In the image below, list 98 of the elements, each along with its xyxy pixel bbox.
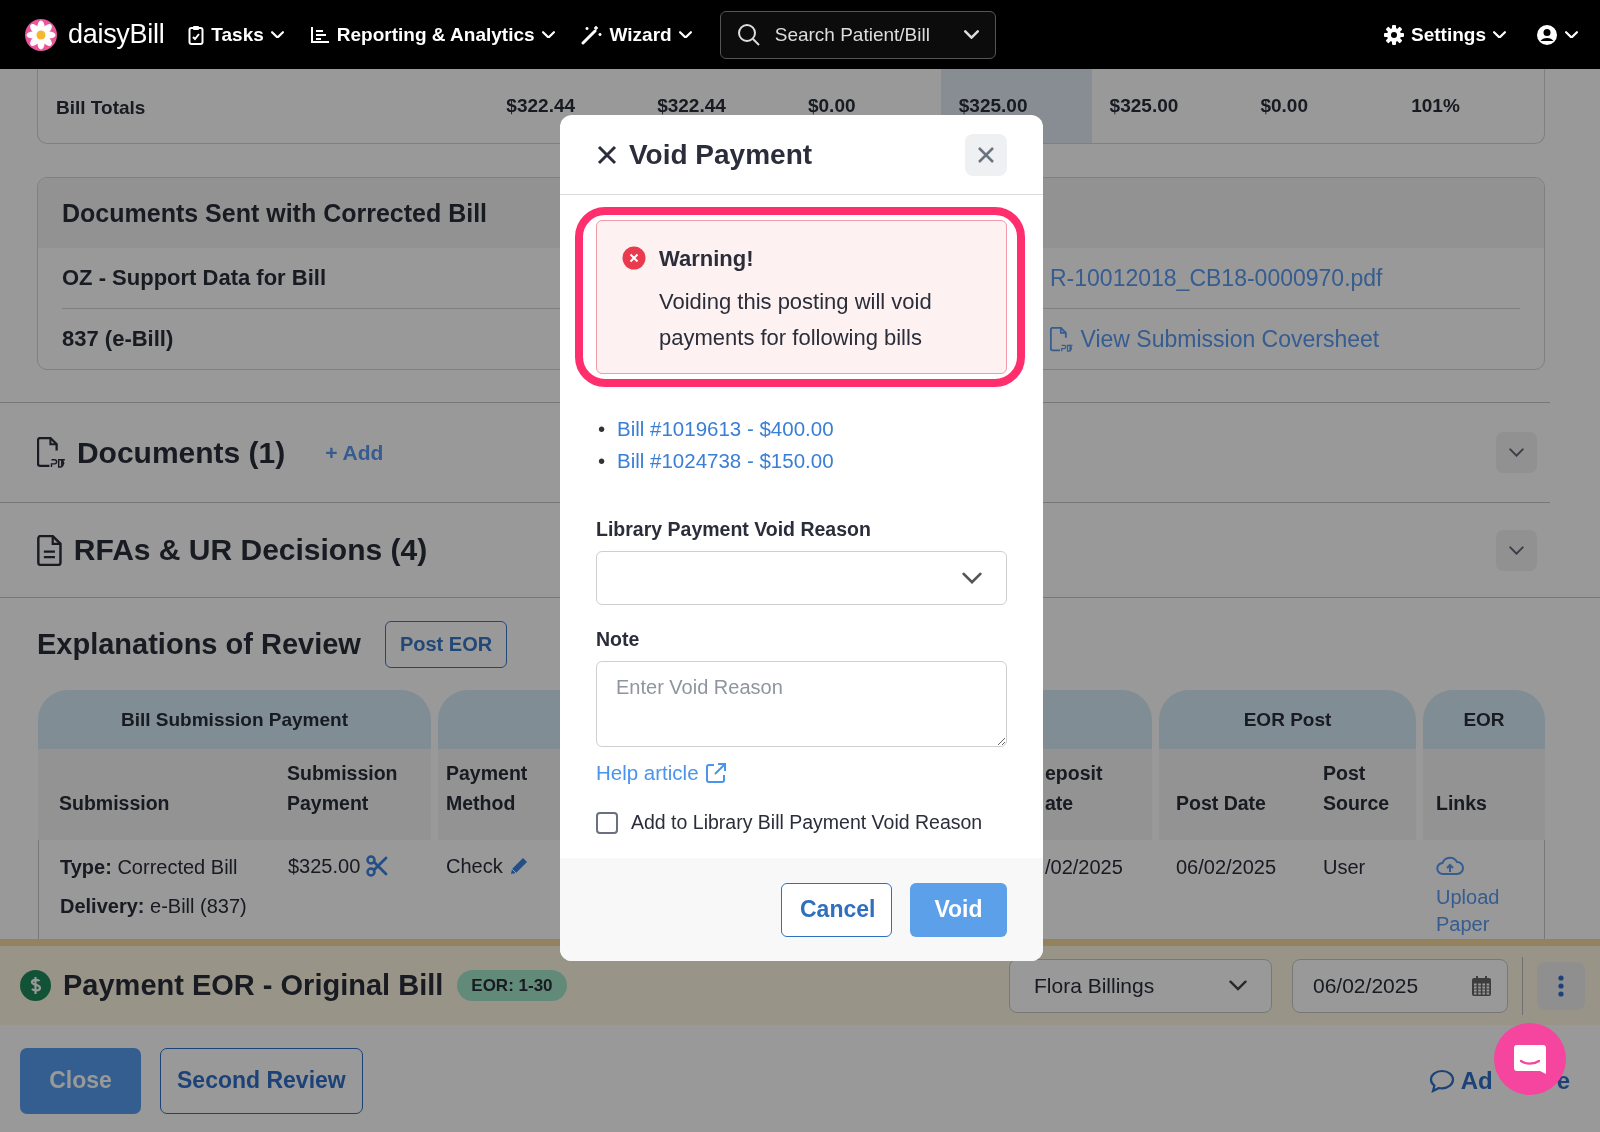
chart-icon (309, 25, 330, 44)
dollar-icon (20, 970, 51, 1001)
chevron-down-icon (962, 572, 982, 584)
cell-text: Type: Corrected Bill (60, 856, 238, 878)
expand-button[interactable] (1496, 432, 1537, 473)
expand-button[interactable] (1496, 529, 1537, 571)
table-cell: /02/2025 (1045, 856, 1123, 878)
chevron-down-icon (678, 30, 692, 39)
x-icon (597, 144, 617, 165)
cell-text: Delivery: e-Bill (837) (60, 895, 247, 917)
totals-cell-text: $322.44 (656, 94, 727, 118)
search-icon (736, 22, 761, 47)
bill-link[interactable]: Bill #1019613 - $400.00 (617, 417, 834, 440)
table-cell: User (1323, 856, 1366, 878)
field-label: Note (596, 627, 641, 651)
calendar-icon (1472, 975, 1491, 996)
column-header: Payment Method (446, 761, 529, 816)
column-header: Submission (59, 791, 170, 816)
post-eor-button[interactable]: Post EOR (384, 620, 508, 668)
warning-title: Warning! (659, 246, 755, 272)
column-header: eposit ate (1045, 761, 1104, 816)
section-title: Explanations of Review (37, 627, 361, 661)
chat-bubble-icon (1428, 1068, 1455, 1093)
column-group-header: EOR (1423, 690, 1545, 749)
chevron-down-icon (963, 30, 979, 39)
assignee-select[interactable]: Flora Billings (1009, 958, 1272, 1013)
document-link[interactable]: View Submission Coversheet (1050, 325, 1380, 353)
search-input[interactable]: Search Patient/Bill (772, 22, 952, 47)
chevron-down-icon (1509, 545, 1524, 555)
clipboard-icon (188, 24, 205, 45)
close-icon (977, 145, 995, 164)
chevron-down-icon (270, 30, 284, 39)
settings-menu[interactable]: Settings (1384, 23, 1506, 46)
bill-link[interactable]: Bill #1024738 - $150.00 (617, 449, 834, 472)
totals-cell-text: $0.00 (1259, 94, 1309, 118)
brand-name: daisyBill (68, 19, 165, 50)
user-menu[interactable] (1536, 23, 1578, 46)
document-icon (37, 534, 62, 566)
more-options-button[interactable] (1537, 961, 1585, 1010)
field-label: Library Payment Void Reason (596, 517, 872, 541)
chevron-down-icon (1509, 448, 1524, 457)
flower-logo-icon (24, 17, 58, 52)
external-link-icon (704, 762, 727, 784)
scissors-icon (366, 855, 389, 877)
pdf-file-icon (37, 437, 65, 468)
column-header: Post Source (1323, 761, 1391, 816)
totals-cell-text: $0.00 (807, 94, 857, 118)
search-field[interactable]: Search Patient/Bill (719, 10, 996, 59)
totals-cell-text: $325.00 (1108, 94, 1180, 118)
void-button[interactable]: Void (910, 882, 1007, 937)
column-group-header: Bill Submission Payment (38, 690, 431, 749)
totals-cell-text: 101% (1410, 94, 1461, 118)
add-link[interactable]: + Add (325, 440, 384, 465)
table-cell: 06/02/2025 (1176, 856, 1277, 878)
warning-message: Voiding this posting will void payments for following bills (659, 288, 933, 352)
document-name: OZ - Support Data for Bill (62, 265, 326, 290)
nav-menu[interactable]: Wizard (580, 23, 692, 46)
document-link[interactable]: R-10012018_CB18-0000970.pdf (1050, 264, 1383, 292)
table-cell-text: $325.00 (288, 853, 361, 879)
document-name: 837 (e-Bill) (62, 326, 174, 351)
chevron-down-icon (541, 30, 555, 39)
pdf-file-icon (1050, 326, 1073, 352)
help-article-link[interactable]: Help article (596, 761, 727, 785)
card-title: Documents Sent with Corrected Bill (62, 198, 488, 228)
pencil-icon (508, 856, 529, 876)
close-button[interactable] (965, 133, 1007, 176)
second-review-button[interactable]: Second Review (160, 1047, 363, 1114)
eor-badge: EOR: 1-30 (457, 970, 567, 1001)
payment-title: Payment EOR - Original Bill (63, 969, 444, 1002)
cloud-upload-icon (1436, 856, 1464, 876)
user-avatar-icon (1536, 23, 1558, 46)
bullet: • (598, 416, 607, 442)
nav-menu[interactable]: Tasks (188, 23, 284, 46)
bullet: • (598, 448, 607, 474)
checkbox-label: Add to Library Bill Payment Void Reason (631, 811, 983, 834)
magic-wand-icon (580, 24, 603, 45)
close-button[interactable]: Close (20, 1047, 141, 1114)
note-field[interactable]: Enter Void Reason (596, 661, 1007, 747)
nav-menu[interactable]: Reporting & Analytics (309, 23, 555, 46)
modal-title: Void Payment (629, 138, 813, 171)
totals-cell-text: $322.44 (505, 94, 577, 118)
chevron-down-icon (1493, 30, 1506, 39)
date-field[interactable]: 06/02/2025 (1292, 958, 1508, 1013)
column-header: Post Date (1176, 791, 1266, 816)
kebab-icon (1558, 974, 1564, 997)
error-icon (622, 246, 646, 270)
column-header: Submission Payment (287, 761, 399, 816)
column-group-header: EOR Post (1159, 690, 1416, 749)
chevron-down-icon (1229, 980, 1247, 991)
column-header: Links (1436, 791, 1487, 816)
section-title: RFAs & UR Decisions (4) (73, 533, 428, 567)
section-title: Documents (1) (76, 435, 286, 470)
upload-link[interactable]: Upload Paper (1436, 884, 1536, 938)
chevron-down-icon (1565, 30, 1578, 39)
checkbox[interactable] (596, 811, 618, 834)
cancel-button[interactable]: Cancel (781, 882, 892, 937)
totals-label: Bill Totals (56, 97, 146, 119)
table-cell-text: Check (446, 853, 503, 879)
